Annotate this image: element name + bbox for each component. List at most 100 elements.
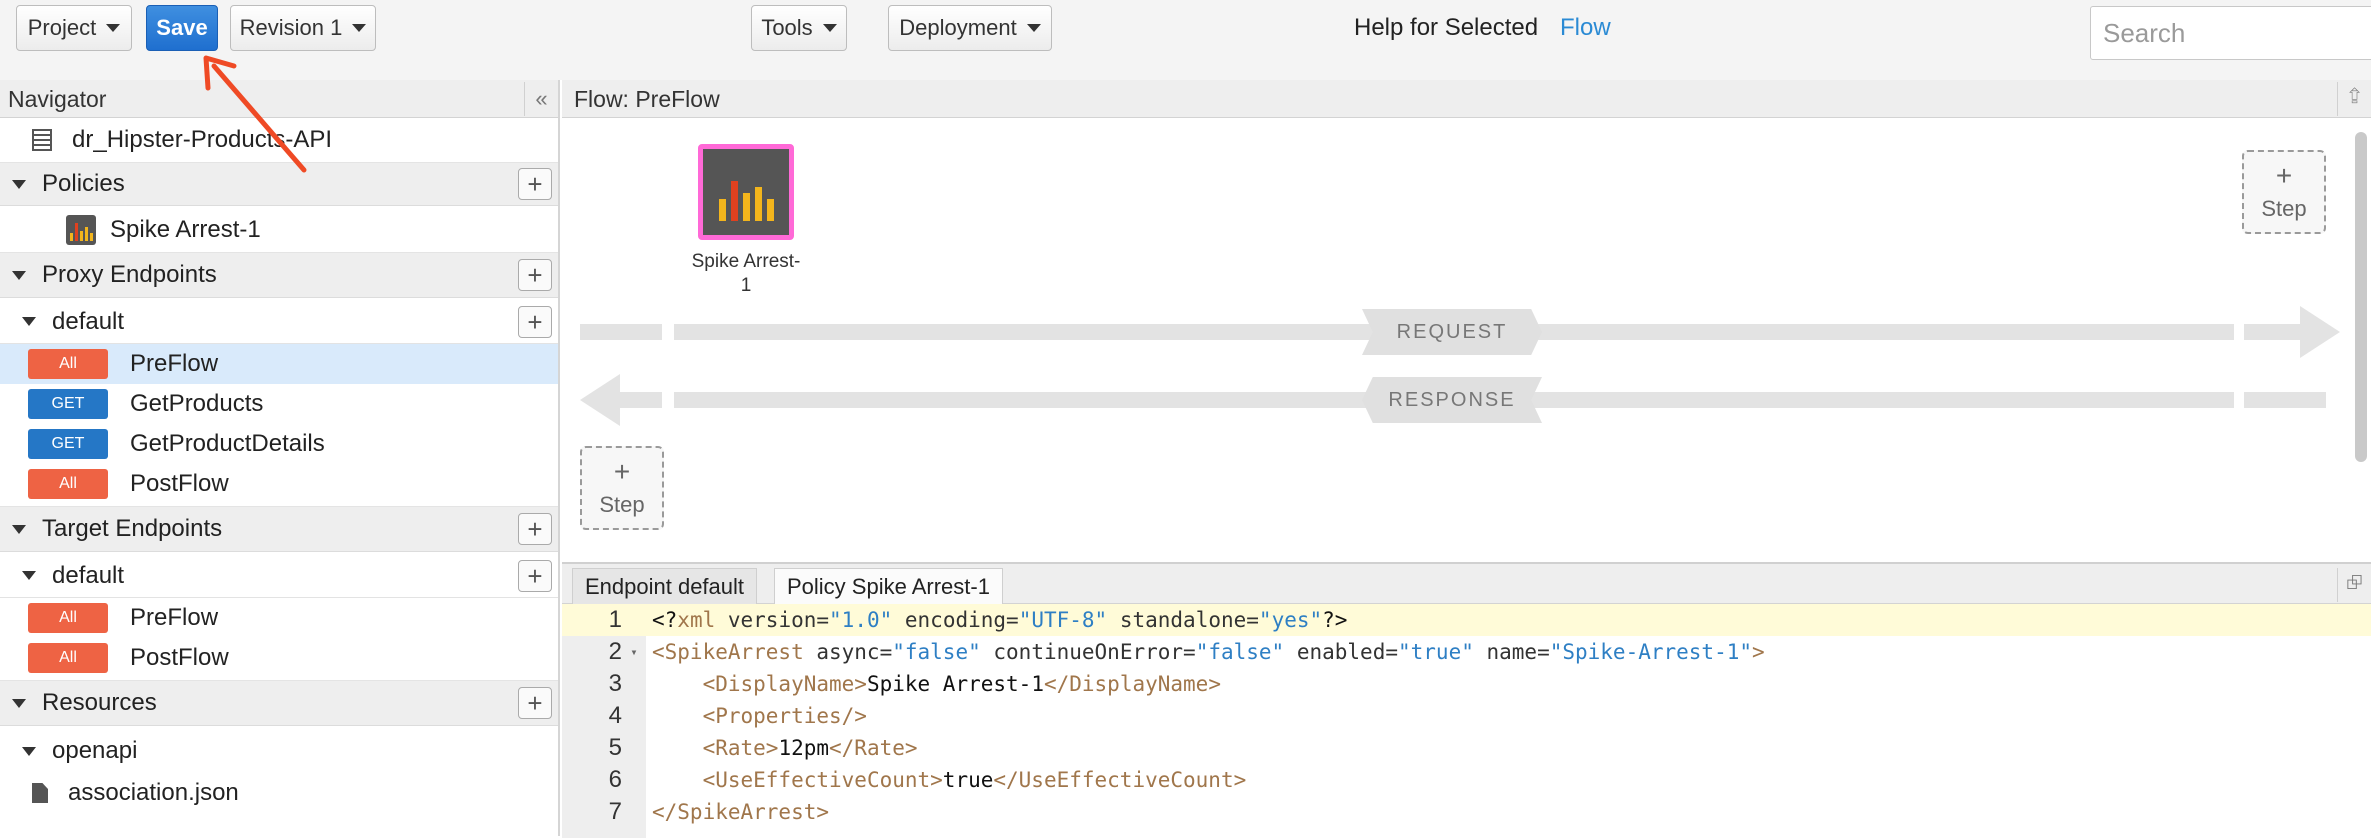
proxy-flow-getproducts[interactable]: GET GetProducts (0, 384, 558, 424)
target-flow-postflow[interactable]: All PostFlow (0, 638, 558, 678)
proxy-endpoint-default[interactable]: default + (0, 300, 558, 344)
add-policy-button[interactable]: + (518, 168, 552, 200)
add-proxy-endpoint-button[interactable]: + (518, 259, 552, 291)
policy-step-spike-arrest[interactable] (698, 144, 794, 240)
target-endpoint-default[interactable]: default + (0, 554, 558, 598)
code-token: </Rate> (829, 736, 918, 760)
collapse-panel-icon[interactable]: « (524, 82, 558, 116)
deployment-menu-button[interactable]: Deployment (888, 5, 1052, 51)
section-target-endpoints[interactable]: Target Endpoints + (0, 506, 558, 552)
proxy-name-label: dr_Hipster-Products-API (72, 126, 333, 153)
section-resources[interactable]: Resources + (0, 680, 558, 726)
code-token: encoding= (892, 608, 1019, 632)
flow-title: Flow: PreFlow (574, 86, 720, 112)
add-response-step-button[interactable]: + Step (580, 446, 664, 530)
flow-scrollbar[interactable] (2355, 132, 2367, 462)
line-number: 2 (608, 638, 622, 665)
code-token: "UTF-8" (1018, 608, 1108, 632)
code-token: "1.0" (829, 608, 893, 632)
code-token: true (942, 768, 994, 792)
collapse-up-icon[interactable]: ⮸ (2337, 82, 2371, 116)
editor-tabs: Endpoint default Policy Spike Arrest-1 ⮺ (562, 564, 2371, 604)
search-input[interactable] (2090, 6, 2371, 60)
help-for-selected-label: Help for Selected (1354, 14, 1539, 41)
policy-item-spike-arrest[interactable]: Spike Arrest-1 (0, 208, 558, 252)
step-label: Step (599, 492, 645, 517)
section-resources-label: Resources (42, 689, 157, 716)
response-lane-segment (618, 392, 662, 408)
flow-name: GetProducts (130, 390, 264, 417)
project-menu-button[interactable]: Project (16, 5, 132, 51)
policy-step-label: Spike Arrest-1 (691, 251, 801, 296)
fold-toggle-icon[interactable]: ▾ (622, 645, 646, 659)
proxy-overview-item[interactable]: dr_Hipster-Products-API (0, 120, 558, 160)
proxy-flow-postflow[interactable]: All PostFlow (0, 464, 558, 504)
collapse-down-icon[interactable]: ⮺ (2337, 568, 2371, 602)
proxy-flow-preflow[interactable]: All PreFlow (0, 344, 558, 384)
verb-badge: GET (28, 389, 108, 419)
section-policies-label: Policies (42, 170, 125, 197)
flow-name: PostFlow (130, 470, 229, 497)
verb-badge: All (28, 349, 108, 379)
code-text: <UseEffectiveCount>true</UseEffectiveCou… (646, 768, 1247, 792)
code-token: <Rate> (702, 736, 779, 760)
code-token: 12pm (778, 736, 830, 760)
code-line[interactable]: 1 <?xml version="1.0" encoding="UTF-8" st… (562, 604, 2371, 636)
code-text: <Properties/> (646, 704, 867, 728)
code-line[interactable]: 6 <UseEffectiveCount>true</UseEffectiveC… (562, 764, 2371, 796)
resource-folder-openapi[interactable]: openapi (0, 730, 558, 772)
tools-menu-button[interactable]: Tools (751, 5, 847, 51)
flow-name: PostFlow (130, 644, 229, 671)
code-text: <Rate>12pm</Rate> (646, 736, 918, 760)
expand-triangle-icon (12, 698, 26, 708)
deployment-menu-label: Deployment (899, 15, 1017, 40)
code-text: </SpikeArrest> (646, 800, 829, 824)
code-line[interactable]: 4 <Properties/> (562, 700, 2371, 732)
code-text: <DisplayName>Spike Arrest-1</DisplayName… (646, 672, 1221, 696)
project-menu-label: Project (27, 15, 97, 40)
save-button[interactable]: Save (146, 5, 218, 51)
verb-badge: GET (28, 429, 108, 459)
line-number: 5 (608, 734, 622, 761)
add-target-endpoint-button[interactable]: + (518, 513, 552, 545)
verb-badge: All (28, 469, 108, 499)
plus-icon: + (2275, 160, 2293, 191)
proxy-flow-getproductdetails[interactable]: GET GetProductDetails (0, 424, 558, 464)
code-text: <SpikeArrest async="false" continueOnErr… (646, 640, 1765, 664)
response-lane-end (2244, 392, 2326, 408)
code-token: <SpikeArrest (652, 640, 804, 664)
add-resource-button[interactable]: + (518, 687, 552, 719)
verb-badge: All (28, 643, 108, 673)
code-line[interactable]: 5 <Rate>12pm</Rate> (562, 732, 2371, 764)
add-target-flow-button[interactable]: + (518, 559, 552, 592)
add-request-step-button[interactable]: + Step (2242, 150, 2326, 234)
code-token: "false" (892, 640, 981, 664)
add-proxy-flow-button[interactable]: + (518, 305, 552, 338)
code-line[interactable]: 7 </SpikeArrest> (562, 796, 2371, 828)
code-token: <UseEffectiveCount> (702, 768, 943, 792)
revision-menu-button[interactable]: Revision 1 (230, 5, 376, 51)
code-token: Spike Arrest-1 (866, 672, 1044, 696)
section-proxy-endpoints[interactable]: Proxy Endpoints + (0, 252, 558, 298)
resource-file-association[interactable]: association.json (0, 772, 558, 814)
section-policies[interactable]: Policies + (0, 162, 558, 206)
section-proxy-endpoints-label: Proxy Endpoints (42, 261, 217, 288)
code-token: version= (715, 608, 830, 632)
request-lane-segment (580, 324, 662, 340)
proxy-endpoint-default-label: default (52, 307, 125, 335)
navigator-header: Navigator « (0, 80, 558, 118)
target-flow-preflow[interactable]: All PreFlow (0, 598, 558, 638)
tab-endpoint-default[interactable]: Endpoint default (572, 568, 758, 604)
response-label: RESPONSE (1362, 377, 1542, 423)
line-number: 6 (608, 766, 622, 793)
code-token: xml (677, 608, 716, 632)
code-token: </SpikeArrest> (652, 800, 830, 824)
resource-file-label: association.json (68, 779, 239, 806)
code-line[interactable]: 2 ▾ <SpikeArrest async="false" continueOnE… (562, 636, 2371, 668)
code-line[interactable]: 3 <DisplayName>Spike Arrest-1</DisplayNa… (562, 668, 2371, 700)
help-flow-link[interactable]: Flow (1560, 14, 1611, 42)
tab-policy-spike-arrest[interactable]: Policy Spike Arrest-1 (774, 568, 1003, 604)
expand-triangle-icon (22, 746, 36, 756)
